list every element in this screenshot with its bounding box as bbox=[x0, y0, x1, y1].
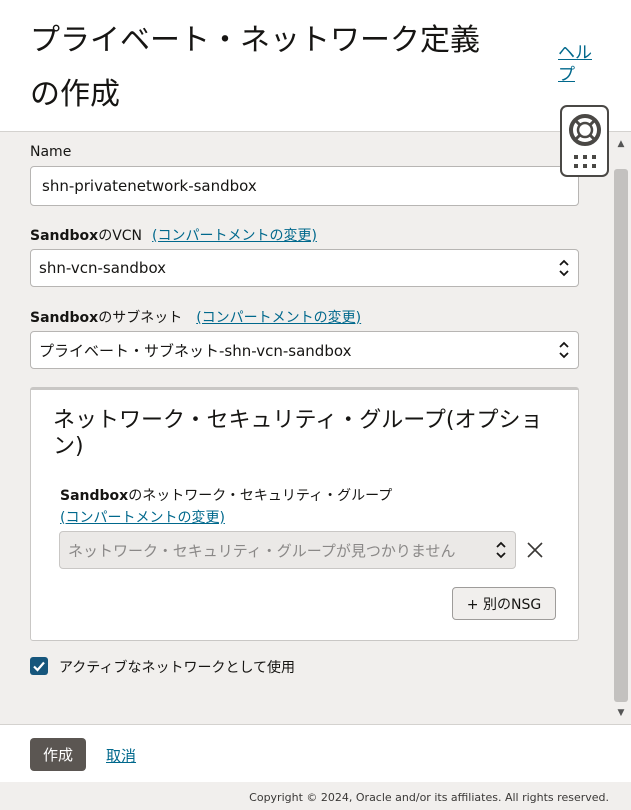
grid-icon bbox=[574, 155, 596, 168]
panel-header: プライベート・ネットワーク定義 の作成 ヘルプ bbox=[0, 0, 631, 132]
name-label: Name bbox=[30, 144, 72, 160]
chevron-updown-icon bbox=[559, 341, 569, 359]
check-icon bbox=[33, 661, 45, 672]
copyright-text: Copyright © 2024, Oracle and/or its affi… bbox=[249, 791, 609, 804]
scroll-down-arrow-icon[interactable]: ▼ bbox=[611, 706, 631, 720]
nsg-label-compartment: Sandbox bbox=[60, 488, 129, 504]
vcn-change-compartment-link[interactable]: (コンパートメントの変更) bbox=[152, 228, 317, 244]
form-scroll-region: Name SandboxのVCN(コンパートメントの変更) shn-vcn-sa… bbox=[0, 133, 611, 724]
subnet-label-compartment: Sandbox bbox=[30, 310, 99, 326]
chevron-updown-icon bbox=[496, 541, 506, 559]
name-input[interactable] bbox=[30, 166, 579, 206]
add-nsg-button[interactable]: + 別のNSG bbox=[452, 587, 556, 620]
chevron-updown-icon bbox=[559, 259, 569, 277]
vcn-label-compartment: Sandbox bbox=[30, 228, 99, 244]
subnet-change-compartment-link[interactable]: (コンパートメントの変更) bbox=[196, 310, 361, 326]
page-title-line2: の作成 bbox=[30, 77, 120, 112]
copyright-bar: Copyright © 2024, Oracle and/or its affi… bbox=[0, 782, 631, 810]
vcn-label: SandboxのVCN (コンパートメントの変更) bbox=[30, 225, 317, 245]
nsg-select[interactable]: ネットワーク・セキュリティ・グループが見つかりません bbox=[59, 531, 516, 569]
vertical-scrollbar[interactable]: ▲ ▼ bbox=[611, 133, 631, 724]
lifebuoy-icon bbox=[569, 114, 601, 146]
subnet-select-value: プライベート・サブネット-shn-vcn-sandbox bbox=[39, 341, 352, 360]
nsg-label-text: のネットワーク・セキュリティ・グループ bbox=[128, 488, 393, 504]
nsg-label: Sandboxのネットワーク・セキュリティ・グループ bbox=[60, 485, 392, 505]
subnet-select[interactable]: プライベート・サブネット-shn-vcn-sandbox bbox=[30, 331, 579, 369]
vcn-select[interactable]: shn-vcn-sandbox bbox=[30, 249, 579, 287]
page-title: プライベート・ネットワーク定義 の作成 bbox=[30, 14, 530, 122]
help-widget[interactable] bbox=[560, 105, 609, 177]
subnet-label: Sandboxのサブネット (コンパートメントの変更) bbox=[30, 307, 361, 327]
vcn-select-value: shn-vcn-sandbox bbox=[39, 259, 167, 277]
subnet-label-text: のサブネット bbox=[98, 310, 183, 326]
nsg-section-title: ネットワーク・セキュリティ・グループ(オプション) bbox=[53, 408, 543, 459]
nsg-select-placeholder: ネットワーク・セキュリティ・グループが見つかりません bbox=[68, 541, 456, 560]
nsg-section: ネットワーク・セキュリティ・グループ(オプション) Sandboxのネットワーク… bbox=[30, 387, 579, 641]
close-icon[interactable] bbox=[527, 542, 543, 558]
page-title-line1: プライベート・ネットワーク定義 bbox=[30, 23, 480, 58]
create-button[interactable]: 作成 bbox=[30, 738, 86, 771]
cancel-link[interactable]: 取消 bbox=[106, 745, 136, 766]
panel-footer: 作成 取消 bbox=[0, 724, 631, 782]
nsg-change-compartment-link[interactable]: (コンパートメントの変更) bbox=[60, 510, 225, 526]
scroll-up-arrow-icon[interactable]: ▲ bbox=[611, 137, 631, 151]
vcn-label-text: のVCN bbox=[98, 228, 143, 244]
active-network-label: アクティブなネットワークとして使用 bbox=[59, 660, 296, 676]
help-link[interactable]: ヘルプ bbox=[558, 42, 598, 86]
nsg-change-compartment: (コンパートメントの変更) bbox=[60, 507, 225, 527]
active-network-checkbox[interactable] bbox=[30, 657, 48, 675]
scrollbar-thumb[interactable] bbox=[614, 169, 628, 702]
